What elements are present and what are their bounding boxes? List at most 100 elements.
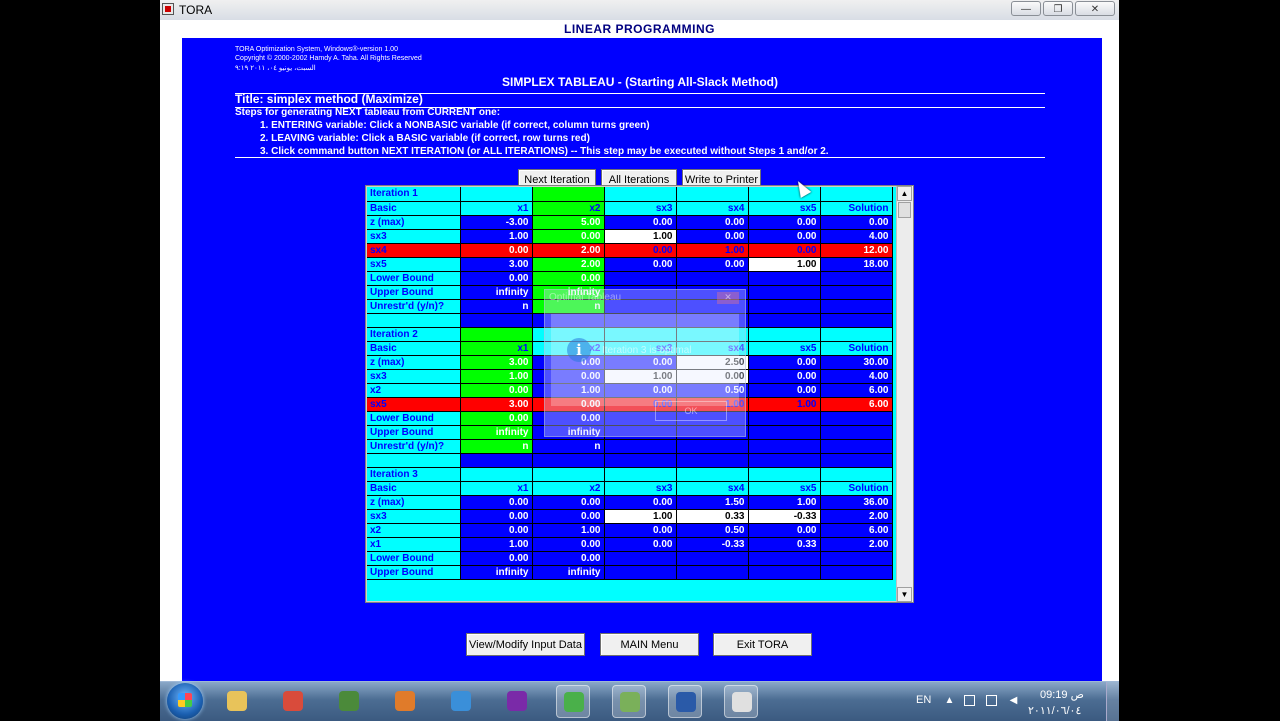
tableau-cell[interactable] (460, 187, 533, 202)
tableau-cell[interactable]: 0.00 (748, 355, 821, 370)
row-label-cell[interactable]: sx3 (367, 369, 461, 384)
taskbar-tora-button[interactable] (724, 685, 758, 718)
maximize-button[interactable]: ❐ (1043, 1, 1073, 16)
tableau-cell[interactable]: 1.00 (604, 229, 677, 244)
tableau-cell[interactable]: 0.00 (604, 495, 677, 510)
tableau-cell[interactable] (604, 467, 677, 482)
tableau-cell[interactable] (748, 271, 821, 286)
tableau-cell[interactable]: sx4 (676, 201, 749, 216)
tableau-cell[interactable]: 0.00 (676, 257, 749, 272)
row-label-cell[interactable]: Unrestr'd (y/n)? (367, 299, 461, 314)
tableau-cell[interactable] (820, 411, 893, 426)
tableau-cell[interactable]: 1.00 (532, 523, 605, 538)
scroll-down-icon[interactable]: ▼ (897, 587, 912, 602)
tableau-cell[interactable] (820, 467, 893, 482)
row-label-cell[interactable]: Basic (367, 341, 461, 356)
tableau-cell[interactable]: 0.33 (676, 509, 749, 524)
tableau-cell[interactable]: Solution (820, 481, 893, 496)
row-label-cell[interactable]: x1 (367, 537, 461, 552)
tableau-cell[interactable]: 1.00 (460, 537, 533, 552)
volume-icon[interactable]: ◀ (1008, 695, 1019, 706)
start-button-icon[interactable] (167, 683, 203, 719)
network-icon[interactable] (986, 695, 997, 706)
taskbar-people-button[interactable] (556, 685, 590, 718)
tableau-cell[interactable] (532, 187, 605, 202)
tableau-cell[interactable]: 0.00 (460, 523, 533, 538)
tableau-cell[interactable]: 0.00 (460, 243, 533, 258)
language-indicator[interactable]: EN (916, 694, 931, 706)
tableau-cell[interactable]: 0.00 (460, 495, 533, 510)
tableau-cell[interactable]: 0.00 (460, 411, 533, 426)
tableau-cell[interactable]: 0.00 (676, 229, 749, 244)
row-label-cell[interactable]: Iteration 2 (367, 327, 461, 342)
tableau-cell[interactable]: 0.33 (748, 537, 821, 552)
tableau-cell[interactable] (820, 187, 893, 202)
tableau-cell[interactable]: 1.00 (460, 229, 533, 244)
tableau-cell[interactable]: 4.00 (820, 229, 893, 244)
row-label-cell[interactable]: Upper Bound (367, 425, 461, 440)
tableau-cell[interactable] (676, 453, 749, 468)
tableau-cell[interactable]: 1.50 (676, 495, 749, 510)
window-titlebar[interactable]: TORA — ❐ ✕ (160, 0, 1119, 21)
row-label-cell[interactable]: sx5 (367, 257, 461, 272)
row-label-cell[interactable]: Iteration 1 (367, 187, 461, 202)
view-modify-input-button[interactable]: View/Modify Input Data (466, 633, 585, 656)
tableau-cell[interactable] (604, 551, 677, 566)
taskbar-yahoo-messenger-button[interactable] (500, 685, 534, 718)
scroll-thumb[interactable] (898, 202, 911, 218)
tableau-cell[interactable] (532, 467, 605, 482)
row-label-cell[interactable] (367, 313, 461, 328)
taskbar-chrome-button[interactable] (276, 685, 310, 718)
tableau-cell[interactable] (676, 565, 749, 580)
minimize-button[interactable]: — (1011, 1, 1041, 16)
tableau-cell[interactable] (748, 439, 821, 454)
tableau-cell[interactable]: 6.00 (820, 523, 893, 538)
tableau-cell[interactable]: 0.00 (604, 243, 677, 258)
tableau-cell[interactable] (460, 327, 533, 342)
row-label-cell[interactable]: Upper Bound (367, 565, 461, 580)
tableau-cell[interactable]: 0.00 (532, 495, 605, 510)
tableau-cell[interactable] (748, 313, 821, 328)
tableau-cell[interactable]: 0.00 (820, 215, 893, 230)
row-label-cell[interactable]: z (max) (367, 495, 461, 510)
tableau-cell[interactable]: Solution (820, 201, 893, 216)
tableau-cell[interactable]: sx5 (748, 341, 821, 356)
tableau-cell[interactable] (748, 551, 821, 566)
tableau-cell[interactable] (820, 565, 893, 580)
tableau-cell[interactable]: 0.00 (604, 523, 677, 538)
tableau-cell[interactable]: Solution (820, 341, 893, 356)
tableau-cell[interactable] (820, 313, 893, 328)
tableau-cell[interactable] (676, 551, 749, 566)
exit-tora-button[interactable]: Exit TORA (713, 633, 812, 656)
tableau-cell[interactable] (820, 327, 893, 342)
tableau-cell[interactable]: -0.33 (676, 537, 749, 552)
tableau-cell[interactable]: 3.00 (460, 355, 533, 370)
tableau-cell[interactable]: 6.00 (820, 397, 893, 412)
clock-time[interactable]: 09:19 ص (1040, 688, 1084, 701)
tableau-cell[interactable] (748, 425, 821, 440)
tableau-cell[interactable] (460, 467, 533, 482)
tableau-cell[interactable]: 18.00 (820, 257, 893, 272)
taskbar-media-player-button[interactable] (388, 685, 422, 718)
tableau-cell[interactable]: 4.00 (820, 369, 893, 384)
tableau-cell[interactable] (820, 551, 893, 566)
tableau-cell[interactable] (820, 285, 893, 300)
tableau-cell[interactable]: 1.00 (460, 369, 533, 384)
row-label-cell[interactable]: Iteration 3 (367, 467, 461, 482)
tableau-cell[interactable]: infinity (460, 285, 533, 300)
tableau-cell[interactable]: 0.00 (748, 523, 821, 538)
row-label-cell[interactable]: sx3 (367, 509, 461, 524)
tableau-cell[interactable]: 1.00 (748, 495, 821, 510)
tableau-cell[interactable]: x2 (532, 481, 605, 496)
tableau-cell[interactable] (604, 565, 677, 580)
tableau-cell[interactable]: 3.00 (460, 397, 533, 412)
tableau-cell[interactable]: 1.00 (676, 243, 749, 258)
tableau-cell[interactable] (820, 271, 893, 286)
tableau-cell[interactable] (748, 411, 821, 426)
tableau-cell[interactable]: 2.00 (820, 537, 893, 552)
row-label-cell[interactable]: Unrestr'd (y/n)? (367, 439, 461, 454)
tableau-cell[interactable]: x2 (532, 201, 605, 216)
tableau-cell[interactable]: 0.00 (676, 215, 749, 230)
tableau-cell[interactable]: 30.00 (820, 355, 893, 370)
show-hidden-icons-icon[interactable]: ▲ (944, 695, 955, 706)
